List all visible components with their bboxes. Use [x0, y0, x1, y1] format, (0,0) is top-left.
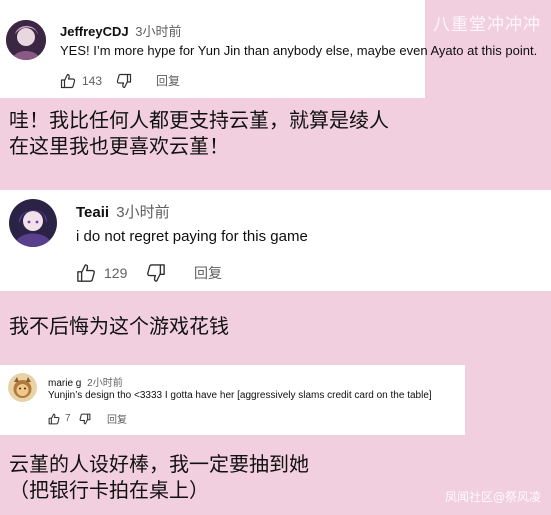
comment-time[interactable]: 3小时前: [135, 24, 181, 39]
reply-button[interactable]: 回复: [107, 411, 127, 426]
avatar[interactable]: [8, 373, 37, 402]
comment-card: Teaii 3小时前 i do not regret paying for th…: [0, 190, 551, 291]
translation-line: 云堇的人设好棒，我一定要抽到她: [9, 452, 309, 476]
comment-header: JeffreyCDJ 3小时前: [60, 21, 182, 40]
source-credit: 凤闻社区@祭风凌: [444, 490, 541, 504]
thumbs-up-icon[interactable]: [76, 263, 96, 283]
translation-text: 云堇的人设好棒，我一定要抽到她 （把银行卡拍在桌上）: [9, 451, 309, 504]
thumbs-down-icon[interactable]: [146, 263, 166, 283]
avatar[interactable]: [9, 199, 57, 247]
comment-text: Yunjin’s design tho <3333 I gotta have h…: [48, 390, 432, 401]
thumbs-down-icon[interactable]: [116, 73, 132, 89]
translation-line: 我不后悔为这个游戏花钱: [9, 314, 229, 338]
comment-card: marie g 2小时前 Yunjin’s design tho <3333 I…: [0, 365, 465, 435]
thumbs-up-icon[interactable]: [60, 73, 76, 89]
reply-button[interactable]: 回复: [156, 72, 180, 89]
translation-line: 在这里我也更喜欢云堇！: [9, 134, 229, 159]
comment-text: YES! I’m more hype for Yun Jin than anyb…: [60, 43, 538, 58]
thumbs-up-icon[interactable]: [48, 413, 60, 425]
reply-button[interactable]: 回复: [194, 263, 222, 283]
translation-text: 我不后悔为这个游戏花钱: [9, 313, 229, 339]
comment-time[interactable]: 2小时前: [87, 378, 123, 389]
translation-line: 哇！我比任何人都更支持云堇，就算是绫人: [9, 108, 389, 132]
comment-time[interactable]: 3小时前: [116, 204, 169, 221]
like-count: 7: [65, 413, 71, 424]
like-count: 143: [82, 73, 103, 88]
avatar[interactable]: [6, 20, 46, 60]
comment-header: marie g 2小时前: [48, 374, 123, 389]
comment-actions: 7 回复: [48, 411, 127, 426]
comment-author[interactable]: marie g: [48, 378, 81, 389]
comment-actions: 129 回复: [76, 263, 222, 283]
translation-text: 哇！我比任何人都更支持云堇，就算是绫人 在这里我也更喜欢云堇！: [9, 107, 389, 160]
translation-line: （把银行卡拍在桌上）: [9, 478, 209, 503]
comment-header: Teaii 3小时前: [76, 201, 170, 222]
watermark: 八重堂冲冲冲: [433, 15, 541, 35]
comment-actions: 143 回复: [60, 72, 180, 89]
comment-author[interactable]: JeffreyCDJ: [60, 24, 129, 39]
like-count: 129: [104, 265, 128, 281]
comment-text: i do not regret paying for this game: [76, 228, 308, 245]
comment-author[interactable]: Teaii: [76, 204, 109, 221]
thumbs-down-icon[interactable]: [79, 413, 91, 425]
comment-card: JeffreyCDJ 3小时前 YES! I’m more hype for Y…: [0, 0, 537, 98]
